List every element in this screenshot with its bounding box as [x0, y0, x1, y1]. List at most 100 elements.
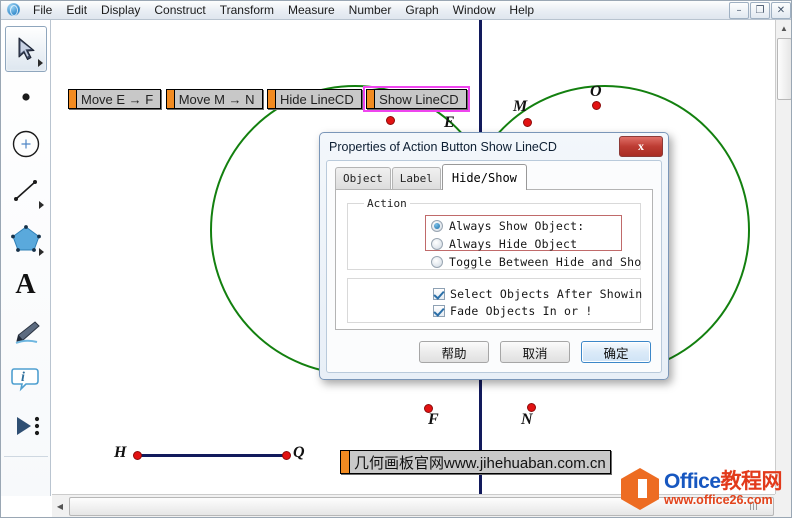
point-label-H: H: [114, 444, 127, 461]
action-button-label: Show LineCD: [379, 91, 459, 107]
dialog-tabs: Object Label Hide/Show: [335, 164, 528, 190]
scrollbar-corner: [775, 494, 791, 517]
straightedge-submenu-icon[interactable]: [38, 201, 44, 209]
action-button-accent-bar: [367, 90, 376, 108]
segment-HQ[interactable]: [137, 454, 286, 457]
vertical-scroll-thumb[interactable]: [777, 38, 791, 100]
line-segment-icon: [13, 180, 37, 201]
action-button-label: Hide LineCD: [280, 91, 354, 107]
checkbox-icon[interactable]: [433, 305, 445, 317]
action-button-move-m-n[interactable]: Move M → N: [165, 89, 263, 109]
tab-object[interactable]: Object: [335, 167, 391, 190]
dialog-button-row: 帮助 取消 确定: [419, 341, 651, 363]
menu-item-transform[interactable]: Transform: [213, 1, 281, 19]
action-button-move-e-f[interactable]: Move E → F: [68, 89, 162, 109]
point-Q[interactable]: [282, 451, 291, 460]
radio-label: Always Hide Object: [449, 237, 578, 251]
vertical-scrollbar[interactable]: ▲: [775, 20, 791, 494]
tab-label[interactable]: Label: [391, 167, 441, 190]
radio-toggle-hide-show[interactable]: Toggle Between Hide and Sho: [431, 254, 641, 270]
pentagon-icon: [10, 225, 41, 252]
arrow-select-tool[interactable]: [4, 26, 47, 72]
point-H[interactable]: [133, 451, 142, 460]
radio-button-icon[interactable]: [431, 256, 443, 268]
action-button-stack: Move E → F Move M → N Hide LineCD Show L…: [68, 86, 470, 113]
point-label-N: N: [521, 411, 533, 428]
tab-panel-hide-show: Action Always Show Object: Always Hide O…: [335, 189, 653, 330]
point-label-M: M: [513, 98, 528, 115]
information-tool[interactable]: i: [5, 357, 47, 401]
straightedge-tool[interactable]: [5, 169, 47, 213]
dialog-close-button[interactable]: x: [619, 136, 663, 157]
watermark-action-button[interactable]: 几何画板官网www.jihehuaban.com.cn: [340, 450, 611, 474]
point-M[interactable]: [523, 118, 532, 127]
close-button[interactable]: ✕: [771, 2, 791, 19]
minimize-button[interactable]: –: [729, 2, 749, 19]
watermark-label: 几何画板官网www.jihehuaban.com.cn: [354, 454, 606, 472]
menu-item-graph[interactable]: Graph: [398, 1, 445, 19]
dialog-title-bar[interactable]: Properties of Action Button Show LineCD …: [320, 133, 668, 160]
menu-item-display[interactable]: Display: [94, 1, 147, 19]
point-label-E: E: [444, 114, 455, 131]
action-button-hide-linecd[interactable]: Hide LineCD: [267, 89, 362, 109]
menu-item-construct[interactable]: Construct: [147, 1, 212, 19]
restore-button[interactable]: ❐: [750, 2, 770, 19]
dialog-body: Object Label Hide/Show Action Always Sho…: [326, 160, 662, 373]
point-tool[interactable]: [5, 75, 47, 119]
tab-hide-show[interactable]: Hide/Show: [441, 164, 527, 190]
toolbar-divider: [3, 456, 48, 457]
menu-item-window[interactable]: Window: [446, 1, 503, 19]
play-triangle-icon: [16, 416, 39, 436]
menu-item-number[interactable]: Number: [342, 1, 399, 19]
checkbox-label: Fade Objects In or !: [450, 304, 593, 318]
scroll-up-arrow[interactable]: ▲: [776, 20, 791, 36]
menu-item-file[interactable]: File: [26, 1, 59, 19]
svg-text:i: i: [21, 370, 25, 385]
checkbox-fade-objects[interactable]: Fade Objects In or !: [433, 303, 592, 319]
radio-always-hide-object[interactable]: Always Hide Object: [431, 236, 577, 252]
radio-button-icon[interactable]: [431, 238, 443, 250]
point-label-O: O: [590, 83, 602, 100]
sketchpad-globe-icon: [6, 2, 22, 18]
window-controls: – ❐ ✕: [729, 2, 791, 19]
text-tool[interactable]: A: [5, 263, 47, 307]
radio-button-icon[interactable]: [431, 220, 443, 232]
horizontal-scrollbar[interactable]: ◀: [52, 494, 775, 517]
action-button-show-linecd[interactable]: Show LineCD: [363, 86, 470, 112]
menu-item-help[interactable]: Help: [502, 1, 541, 19]
radio-always-show-object[interactable]: Always Show Object:: [431, 218, 584, 234]
menu-item-measure[interactable]: Measure: [281, 1, 342, 19]
arrow-tool-submenu-icon[interactable]: [37, 59, 43, 67]
action-button-accent-bar: [69, 90, 77, 108]
action-button-accent-bar: [268, 90, 276, 108]
pencil-marker-icon: [15, 321, 40, 344]
menu-item-edit[interactable]: Edit: [59, 1, 94, 19]
polygon-tool[interactable]: [5, 216, 47, 260]
help-button[interactable]: 帮助: [419, 341, 489, 363]
custom-tool[interactable]: [5, 404, 47, 448]
point-I[interactable]: [386, 116, 395, 125]
marker-tool[interactable]: [5, 310, 47, 354]
properties-dialog: Properties of Action Button Show LineCD …: [319, 132, 669, 380]
options-group: Select Objects After Showin Fade Objects…: [347, 278, 642, 323]
point-icon: [21, 93, 30, 101]
ok-button[interactable]: 确定: [581, 341, 651, 363]
action-button-label: Move M → N: [178, 91, 255, 107]
action-button-accent-bar: [166, 90, 175, 108]
dialog-title: Properties of Action Button Show LineCD: [329, 139, 557, 154]
polygon-submenu-icon[interactable]: [38, 248, 44, 256]
checkbox-icon[interactable]: [433, 288, 445, 300]
horizontal-scroll-thumb[interactable]: [69, 496, 774, 516]
sketchpad-window: File Edit Display Construct Transform Me…: [0, 0, 792, 518]
scroll-left-arrow[interactable]: ◀: [52, 498, 68, 514]
point-label-F: F: [428, 411, 439, 428]
checkbox-select-objects-after-showing[interactable]: Select Objects After Showin: [433, 286, 642, 302]
menu-bar: File Edit Display Construct Transform Me…: [1, 1, 791, 20]
cancel-button[interactable]: 取消: [500, 341, 570, 363]
arrow-cursor-icon: [18, 37, 34, 60]
checkbox-label: Select Objects After Showin: [450, 287, 643, 301]
action-group: Action Always Show Object: Always Hide O…: [347, 197, 641, 270]
point-O[interactable]: [592, 101, 601, 110]
compass-circle-tool[interactable]: [5, 122, 47, 166]
point-label-Q: Q: [293, 444, 305, 461]
